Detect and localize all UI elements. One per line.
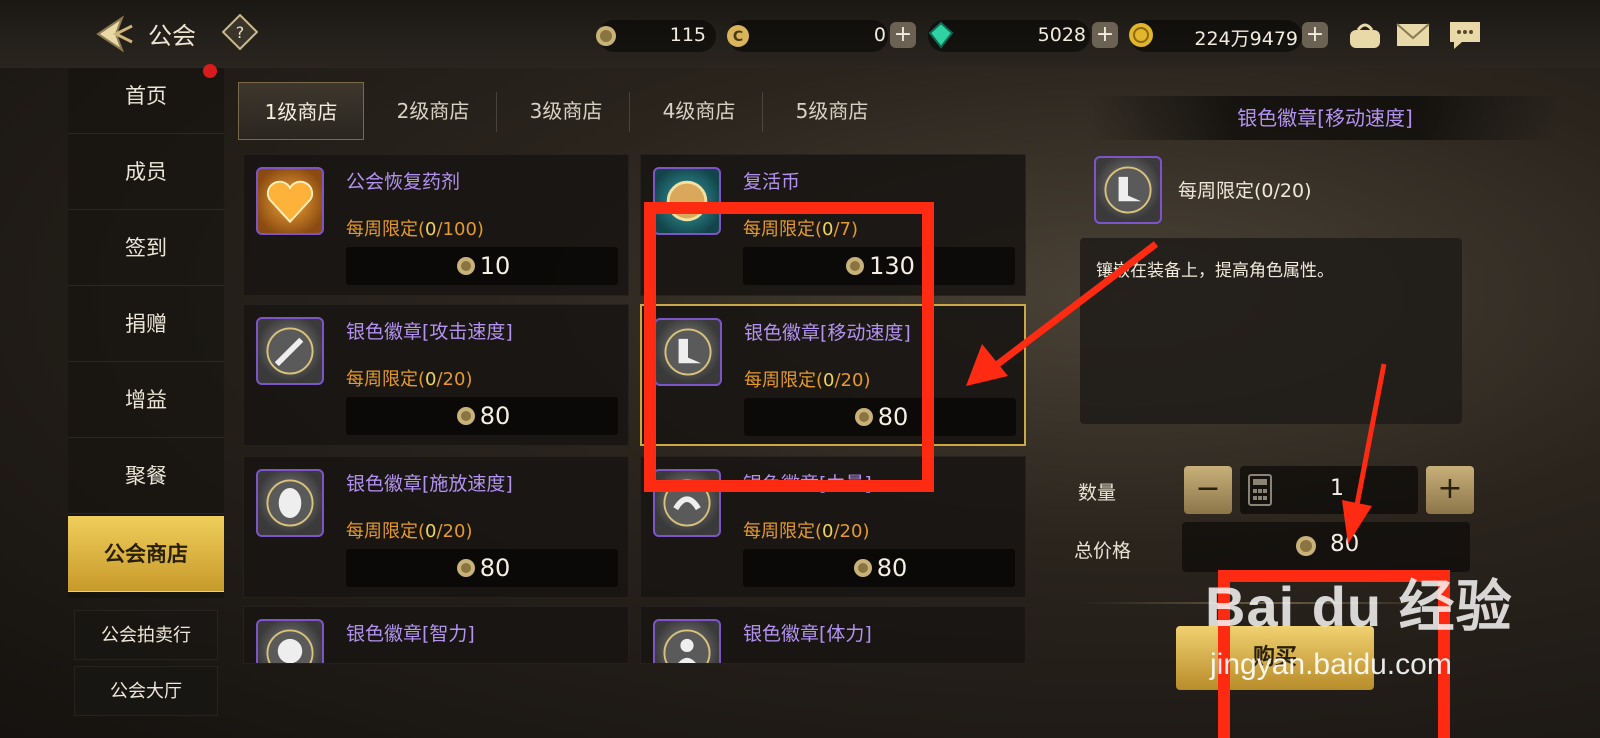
detail-weekly-limit: 每周限定(0/20) xyxy=(1178,180,1312,202)
stamina-badge-icon xyxy=(653,619,721,663)
gold-value: 224万9479 xyxy=(1194,28,1298,50)
c-coin-icon: C xyxy=(727,25,749,47)
add-c-coin-button[interactable]: + xyxy=(890,22,916,48)
sidebar-item-feast[interactable]: 聚餐 xyxy=(68,438,224,514)
guild-coin-value: 115 xyxy=(669,24,706,46)
heart-potion-icon xyxy=(256,167,324,235)
shop-item-card[interactable]: 银色徽章[施放速度] 每周限定(0/20) 80 xyxy=(243,456,629,598)
item-weekly-limit: 每周限定(0/20) xyxy=(346,369,473,390)
green-gem-icon xyxy=(928,21,954,49)
decrease-quantity-button[interactable]: − xyxy=(1184,466,1232,514)
c-coin-value: 0 xyxy=(873,24,886,46)
sidebar-item-buff[interactable]: 增益 xyxy=(68,362,224,438)
sword-badge-icon xyxy=(256,317,324,385)
annotation-arrow-left-icon xyxy=(966,241,1159,386)
shop-item-card[interactable]: 银色徽章[智力] xyxy=(243,606,629,664)
add-gem-button[interactable]: + xyxy=(1092,22,1118,48)
shop-item-card[interactable]: 银色徽章[体力] xyxy=(640,606,1026,664)
sidebar-item-members[interactable]: 成员 xyxy=(68,134,224,210)
item-name: 公会恢复药剂 xyxy=(346,171,461,193)
guild-coin-icon xyxy=(1296,536,1316,556)
total-price-label: 总价格 xyxy=(1074,540,1132,562)
add-gold-button[interactable]: + xyxy=(1302,22,1328,48)
tab-shop-level-3[interactable]: 3级商店 xyxy=(503,82,629,140)
detail-title: 银色徽章[移动速度] xyxy=(1090,96,1560,140)
sidebar-item-auction[interactable]: 公会拍卖行 xyxy=(74,610,218,660)
svg-text:C: C xyxy=(733,29,743,45)
item-name: 银色徽章[体力] xyxy=(743,623,872,645)
tab-shop-level-1[interactable]: 1级商店 xyxy=(238,82,364,140)
increase-quantity-button[interactable]: + xyxy=(1426,466,1474,514)
sidebar-item-hall[interactable]: 公会大厅 xyxy=(74,666,218,716)
guild-coin-icon xyxy=(596,26,616,46)
annotation-arrow-down-icon xyxy=(1342,363,1387,544)
guild-coin-icon xyxy=(456,559,475,577)
mask-badge-icon xyxy=(256,469,324,537)
item-name: 银色徽章[攻击速度] xyxy=(346,321,513,343)
tab-divider xyxy=(629,92,630,132)
notification-dot xyxy=(203,64,217,78)
sidebar-item-donate[interactable]: 捐赠 xyxy=(68,286,224,362)
bag-icon[interactable] xyxy=(1346,18,1384,52)
item-weekly-limit: 每周限定(0/100) xyxy=(346,219,484,240)
sidebar-item-home[interactable]: 首页 xyxy=(68,58,224,134)
quantity-label: 数量 xyxy=(1078,482,1117,504)
item-weekly-limit: 每周限定(0/20) xyxy=(346,521,473,542)
tab-divider xyxy=(762,92,763,132)
tab-divider xyxy=(496,92,497,132)
chat-icon[interactable] xyxy=(1446,18,1484,52)
mail-icon[interactable] xyxy=(1394,18,1432,52)
help-icon[interactable]: ? xyxy=(222,14,258,50)
calculator-icon[interactable] xyxy=(1248,474,1272,506)
annotation-box-item xyxy=(644,202,934,492)
item-price: 80 xyxy=(346,397,618,435)
tab-shop-level-5[interactable]: 5级商店 xyxy=(769,82,895,140)
item-price: 10 xyxy=(346,247,618,285)
shop-item-card[interactable]: 公会恢复药剂 每周限定(0/100) 10 xyxy=(243,154,629,296)
item-name: 银色徽章[智力] xyxy=(346,623,475,645)
tab-shop-level-2[interactable]: 2级商店 xyxy=(370,82,496,140)
skull-badge-icon xyxy=(256,619,324,663)
shop-item-card[interactable]: 银色徽章[攻击速度] 每周限定(0/20) 80 xyxy=(243,304,629,446)
sidebar-item-guild-shop[interactable]: 公会商店 xyxy=(68,516,224,592)
guild-coin-icon xyxy=(456,407,475,425)
item-name: 银色徽章[施放速度] xyxy=(346,473,513,495)
back-arrow-icon[interactable] xyxy=(92,14,136,54)
sidebar-item-checkin[interactable]: 签到 xyxy=(68,210,224,286)
item-weekly-limit: 每周限定(0/20) xyxy=(743,521,870,542)
gem-value: 5028 xyxy=(1037,24,1086,46)
svg-text:?: ? xyxy=(236,23,245,42)
watermark-url: jingyan.baidu.com xyxy=(1210,648,1452,681)
item-name: 复活币 xyxy=(743,171,801,193)
gold-coin-icon xyxy=(1129,23,1153,47)
page-title: 公会 xyxy=(148,22,196,50)
item-price: 80 xyxy=(346,549,618,587)
guild-coin-icon xyxy=(853,559,872,577)
tab-shop-level-4[interactable]: 4级商店 xyxy=(636,82,762,140)
winged-boot-badge-icon xyxy=(1094,156,1162,224)
item-price: 80 xyxy=(743,549,1015,587)
guild-coin-icon xyxy=(456,257,475,275)
watermark-brand: Bai du 经验 xyxy=(1205,575,1513,638)
